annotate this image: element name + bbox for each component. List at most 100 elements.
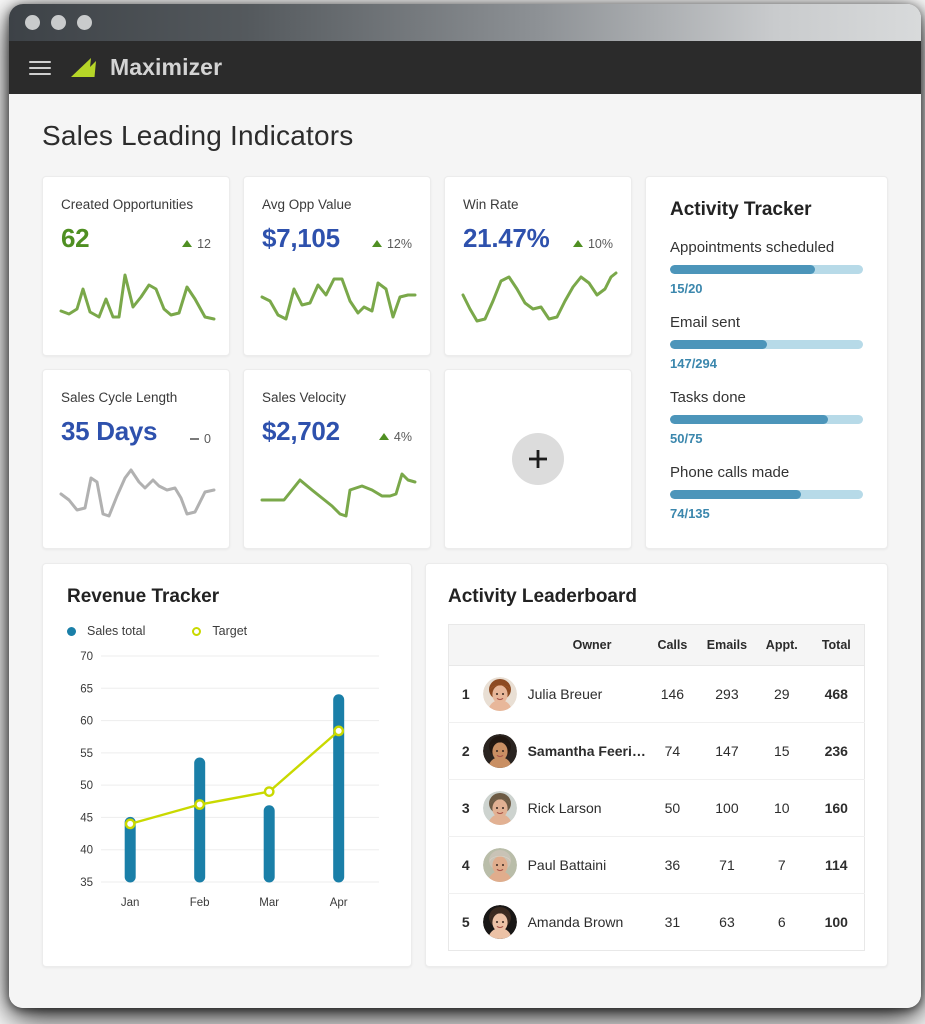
row-owner-name: Paul Battaini <box>527 857 607 873</box>
tracker-item-phone-calls: Phone calls made 74/135 <box>670 464 863 521</box>
row-owner-name: Julia Breuer <box>527 686 603 702</box>
maximize-button[interactable] <box>77 15 92 30</box>
kpi-value: 21.47% <box>463 223 550 253</box>
minimize-button[interactable] <box>51 15 66 30</box>
sparkline-chart <box>461 271 618 323</box>
app-header: Maximizer <box>9 41 921 94</box>
kpi-value: $2,702 <box>262 416 340 446</box>
col-owner[interactable]: Owner <box>482 624 646 666</box>
table-row[interactable]: 1 Julia Breuer 146 293 29 468 <box>448 665 865 723</box>
kpi-label: Avg Opp Value <box>262 197 352 212</box>
maximizer-arrow-icon <box>69 56 99 80</box>
legend-marker-icon <box>192 626 202 636</box>
trend-up-icon <box>572 240 583 247</box>
progress-bar-fill <box>670 340 767 349</box>
kpi-value: $7,105 <box>262 223 340 253</box>
svg-text:40: 40 <box>80 845 93 857</box>
col-appt[interactable]: Appt. <box>754 624 809 666</box>
kpi-delta: 4% <box>378 430 412 444</box>
table-row[interactable]: 3 Rick Larson 50 100 10 160 <box>448 779 865 837</box>
col-calls[interactable]: Calls <box>645 624 699 666</box>
avatar <box>482 848 517 882</box>
kpi-card-sales-cycle-length[interactable]: Sales Cycle Length 35 Days 0 <box>42 369 230 549</box>
row-total: 468 <box>808 665 865 723</box>
sparkline-chart <box>260 277 417 321</box>
row-emails: 63 <box>719 914 735 930</box>
tracker-item-label: Phone calls made <box>670 464 790 481</box>
screenshot-root: Maximizer Sales Leading Indicators Creat… <box>0 0 925 1024</box>
progress-bar <box>670 490 863 499</box>
progress-bar <box>670 265 863 274</box>
kpi-grid: Created Opportunities 62 12 Avg Opp Valu… <box>42 176 632 549</box>
sparkline-chart <box>59 273 216 321</box>
row-total: 236 <box>808 722 865 780</box>
tracker-item-label: Email sent <box>670 314 741 331</box>
revenue-chart-svg: 70 65 60 55 50 45 40 35 Jan Feb Mar Apr <box>80 651 379 909</box>
table-row[interactable]: 2 Samantha Feeri… 74 147 15 236 <box>448 722 865 780</box>
progress-bar <box>670 415 863 424</box>
row-calls: 74 <box>645 722 699 780</box>
row-owner-name: Rick Larson <box>527 800 602 816</box>
row-appt: 15 <box>754 722 809 780</box>
add-card-tile[interactable] <box>444 369 632 549</box>
avatar <box>482 734 517 768</box>
col-emails[interactable]: Emails <box>698 624 755 666</box>
row-rank: 4 <box>448 836 483 894</box>
kpi-card-created-opportunities[interactable]: Created Opportunities 62 12 <box>42 176 230 356</box>
kpi-value-row: 62 12 <box>61 223 211 254</box>
svg-text:Mar: Mar <box>259 897 279 909</box>
kpi-label: Sales Velocity <box>262 390 347 405</box>
svg-text:Apr: Apr <box>330 897 348 909</box>
svg-text:35: 35 <box>80 877 93 889</box>
legend-label: Target <box>212 624 248 638</box>
tracker-item-count: 50/75 <box>670 431 703 446</box>
tracker-item-appointments: Appointments scheduled 15/20 <box>670 239 863 296</box>
plus-icon[interactable] <box>512 433 564 485</box>
activity-leaderboard-panel: Activity Leaderboard Owner Calls Emails … <box>425 563 888 967</box>
row-total: 114 <box>808 836 865 894</box>
sparkline-chart <box>59 468 216 518</box>
svg-text:Jan: Jan <box>121 897 140 909</box>
brand-logo[interactable]: Maximizer <box>69 54 222 81</box>
tracker-item-count: 74/135 <box>670 506 710 521</box>
tracker-item-email-sent: Email sent 147/294 <box>670 314 863 371</box>
leaderboard-table: Owner Calls Emails Appt. Total 1 Julia Br… <box>448 624 865 951</box>
svg-text:Feb: Feb <box>190 897 210 909</box>
kpi-label: Sales Cycle Length <box>61 390 178 405</box>
close-button[interactable] <box>25 15 40 30</box>
progress-bar-fill <box>670 265 815 274</box>
tracker-item-count: 15/20 <box>670 281 703 296</box>
table-row[interactable]: 5 Amanda Brown 31 63 6 100 <box>449 894 865 951</box>
row-calls: 36 <box>645 836 699 894</box>
kpi-delta-value: 0 <box>204 432 211 447</box>
row-emails: 100 <box>698 779 755 837</box>
row-emails: 293 <box>698 665 755 723</box>
kpi-value: 62 <box>61 223 90 253</box>
kpi-card-sales-velocity[interactable]: Sales Velocity $2,702 4% <box>243 369 431 549</box>
svg-text:45: 45 <box>80 812 93 824</box>
brand-name: Maximizer <box>110 54 223 80</box>
kpi-card-win-rate[interactable]: Win Rate 21.47% 10% <box>444 176 632 356</box>
activity-leaderboard-title: Activity Leaderboard <box>448 586 637 607</box>
chart-legend: Sales total Target <box>67 624 387 638</box>
page-title: Sales Leading Indicators <box>42 120 354 151</box>
kpi-delta-value: 12 <box>197 236 211 251</box>
kpi-card-avg-opp-value[interactable]: Avg Opp Value $7,105 12% <box>243 176 431 356</box>
row-total: 160 <box>808 779 865 837</box>
row-calls: 31 <box>664 914 681 930</box>
bottom-section: Revenue Tracker Sales total Target 70 65 6… <box>42 563 888 967</box>
trend-flat-icon <box>190 438 200 440</box>
hamburger-icon[interactable] <box>29 60 51 75</box>
row-emails: 147 <box>698 722 755 780</box>
kpi-delta: 10% <box>572 237 613 251</box>
kpi-delta: 0 <box>190 432 211 446</box>
row-appt: 7 <box>754 836 809 894</box>
table-row[interactable]: 4 Paul Battaini 36 71 7 114 <box>448 836 865 894</box>
svg-text:70: 70 <box>80 651 93 663</box>
row-owner-name: Amanda Brown <box>527 914 624 930</box>
row-calls: 50 <box>645 779 699 837</box>
tracker-item-label: Appointments scheduled <box>670 239 835 256</box>
col-total[interactable]: Total <box>808 624 865 666</box>
kpi-delta: 12% <box>371 237 412 251</box>
legend-marker-icon <box>67 626 76 636</box>
